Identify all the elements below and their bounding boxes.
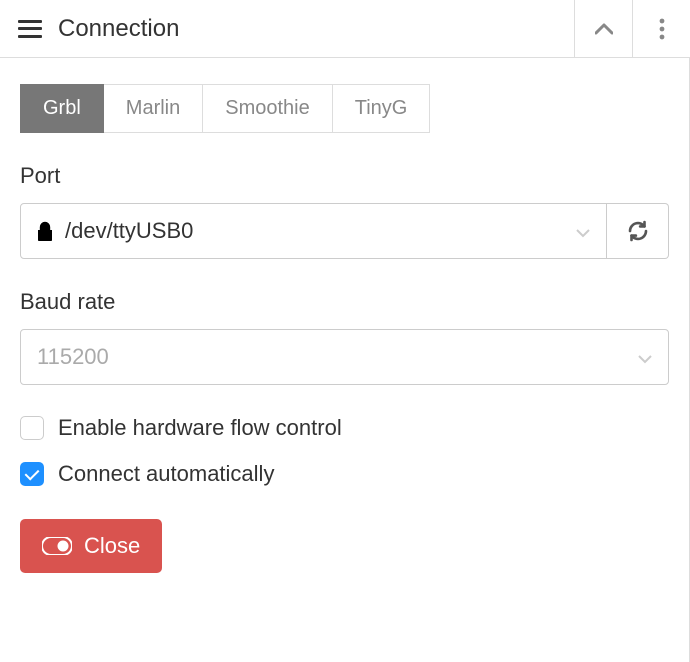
more-vertical-icon: [659, 18, 665, 40]
port-row: /dev/ttyUSB0: [20, 203, 669, 259]
refresh-icon: [627, 220, 649, 242]
port-select[interactable]: /dev/ttyUSB0: [20, 203, 607, 259]
flow-control-checkbox[interactable]: Enable hardware flow control: [20, 415, 669, 441]
caret-down-icon: [638, 344, 652, 370]
port-label: Port: [20, 163, 669, 189]
checkbox-box: [20, 416, 44, 440]
controller-tabs: Grbl Marlin Smoothie TinyG: [20, 84, 669, 133]
header-actions: [574, 0, 690, 57]
tab-smoothie[interactable]: Smoothie: [203, 84, 333, 133]
close-button[interactable]: Close: [20, 519, 162, 573]
more-button[interactable]: [632, 0, 690, 57]
tab-grbl[interactable]: Grbl: [20, 84, 104, 133]
baud-value: 115200: [37, 344, 109, 370]
lock-icon: [37, 221, 53, 241]
collapse-button[interactable]: [574, 0, 632, 57]
menu-icon[interactable]: [18, 20, 42, 38]
header-left: Connection: [0, 15, 574, 43]
close-button-label: Close: [84, 533, 140, 559]
panel-title: Connection: [58, 15, 179, 43]
flow-control-label: Enable hardware flow control: [58, 415, 342, 441]
panel-header: Connection: [0, 0, 690, 58]
checkbox-box: [20, 462, 44, 486]
caret-down-icon: [576, 218, 590, 244]
port-value: /dev/ttyUSB0: [65, 218, 193, 244]
baud-row: 115200: [20, 329, 669, 385]
toggle-on-icon: [42, 537, 72, 555]
tab-tinyg[interactable]: TinyG: [333, 84, 431, 133]
baud-select[interactable]: 115200: [20, 329, 669, 385]
chevron-up-icon: [595, 23, 613, 35]
refresh-button[interactable]: [607, 203, 669, 259]
tab-marlin[interactable]: Marlin: [104, 84, 203, 133]
auto-connect-label: Connect automatically: [58, 461, 274, 487]
panel-body: Grbl Marlin Smoothie TinyG Port /dev/tty…: [0, 58, 690, 662]
auto-connect-checkbox[interactable]: Connect automatically: [20, 461, 669, 487]
baud-label: Baud rate: [20, 289, 669, 315]
